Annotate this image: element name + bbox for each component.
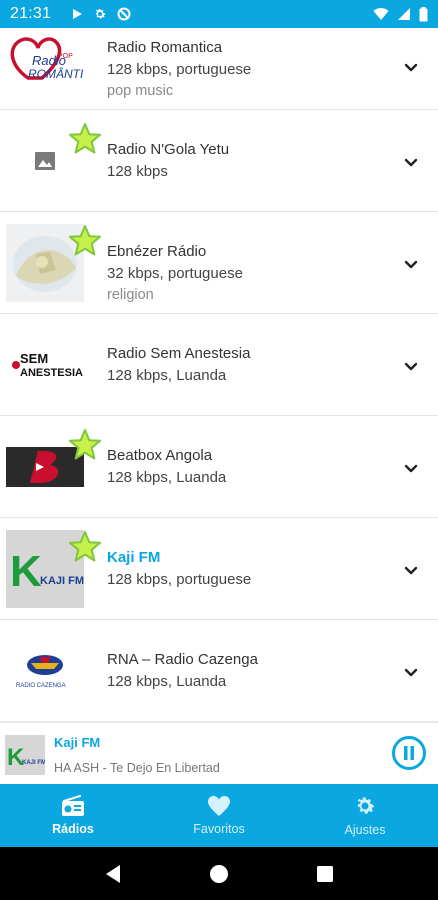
status-time: 21:31 <box>10 5 52 22</box>
station-genre: religion <box>107 287 154 303</box>
chevron-down-icon[interactable] <box>402 358 420 376</box>
svg-text:K: K <box>7 744 25 771</box>
back-button[interactable] <box>98 859 128 889</box>
chevron-down-icon[interactable] <box>402 256 420 274</box>
station-detail: 128 kbps, portuguese <box>107 571 252 588</box>
home-icon <box>210 864 228 883</box>
mini-player[interactable]: K KAJI FM Kaji FM HA ASH - Te Dejo En Li… <box>0 722 438 784</box>
pause-icon <box>404 746 414 760</box>
home-button[interactable] <box>204 859 234 889</box>
favorite-star-icon[interactable] <box>68 530 102 564</box>
station-name: Radio N'Gola Yetu <box>107 141 230 158</box>
station-name: Kaji FM <box>107 549 161 566</box>
station-row[interactable]: K KAJI FM Kaji FM 128 kbps, portuguese <box>0 518 438 620</box>
player-station-logo: K KAJI FM <box>5 735 45 775</box>
station-name: Radio Sem Anestesia <box>107 345 251 362</box>
svg-text:POP: POP <box>58 53 73 60</box>
station-detail: 128 kbps <box>107 163 168 180</box>
pause-button[interactable] <box>392 736 426 770</box>
station-row[interactable]: RADIO CAZENGA RNA – Radio Cazenga 128 kb… <box>0 620 438 722</box>
station-name: Radio Romantica <box>107 39 223 56</box>
station-name: Ebnézer Rádio <box>107 243 207 260</box>
svg-text:K: K <box>10 547 42 596</box>
chevron-down-icon[interactable] <box>402 562 420 580</box>
chevron-down-icon[interactable] <box>402 664 420 682</box>
svg-text:ROMÂNTICA: ROMÂNTICA <box>28 66 84 81</box>
tab-label: Favoritos <box>193 822 245 836</box>
player-song-title: HA ASH - Te Dejo En Libertad <box>54 761 220 775</box>
tab-ajustes[interactable]: Ajustes <box>292 784 438 847</box>
favorite-star-icon[interactable] <box>68 122 102 156</box>
radio-romantica-logo: Radio ROMÂNTICA POP <box>6 28 84 98</box>
tab-favoritos[interactable]: Favoritos <box>146 784 292 847</box>
station-row[interactable]: Radio ROMÂNTICA POP Radio Romantica 128 … <box>0 28 438 110</box>
system-navigation-bar <box>0 847 438 900</box>
wifi-icon <box>373 7 389 21</box>
favorite-star-icon[interactable] <box>68 224 102 258</box>
chevron-down-icon[interactable] <box>402 59 420 77</box>
back-icon <box>106 864 120 883</box>
station-row[interactable]: Ebnézer Rádio 32 kbps, portuguese religi… <box>0 212 438 314</box>
svg-text:SEM: SEM <box>20 351 48 366</box>
recents-button[interactable] <box>310 859 340 889</box>
sem-anestesia-logo: SEM ANESTESIA <box>6 326 84 404</box>
rna-logo: RADIO CAZENGA <box>6 632 84 710</box>
recents-icon <box>317 865 333 882</box>
station-list[interactable]: Radio ROMÂNTICA POP Radio Romantica 128 … <box>0 28 438 722</box>
play-icon <box>71 8 83 20</box>
svg-text:ANESTESIA: ANESTESIA <box>20 367 83 379</box>
signal-icon <box>397 7 411 21</box>
no-disturb-icon <box>117 7 131 21</box>
station-row[interactable]: Radio N'Gola Yetu 128 kbps <box>0 110 438 212</box>
station-name: Beatbox Angola <box>107 447 213 464</box>
station-genre: pop music <box>107 83 174 99</box>
battery-icon <box>419 6 428 22</box>
station-detail: 128 kbps, Luanda <box>107 469 227 486</box>
gear-icon <box>357 797 375 814</box>
station-detail: 128 kbps, Luanda <box>107 673 227 690</box>
svg-text:KAJI FM: KAJI FM <box>40 575 84 587</box>
gear-icon <box>93 7 107 21</box>
station-detail: 128 kbps, portuguese <box>107 61 252 78</box>
station-name: RNA – Radio Cazenga <box>107 651 258 668</box>
favorite-star-icon[interactable] <box>68 428 102 462</box>
svg-text:RADIO CAZENGA: RADIO CAZENGA <box>16 683 66 689</box>
svg-text:KAJI FM: KAJI FM <box>22 760 45 766</box>
bottom-navigation: Rádios Favoritos Ajustes <box>0 784 438 847</box>
station-row[interactable]: Beatbox Angola 128 kbps, Luanda <box>0 416 438 518</box>
chevron-down-icon[interactable] <box>402 154 420 172</box>
heart-icon <box>208 796 230 816</box>
tab-label: Ajustes <box>344 823 386 837</box>
station-row[interactable]: SEM ANESTESIA Radio Sem Anestesia 128 kb… <box>0 314 438 416</box>
tab-radios[interactable]: Rádios <box>0 784 146 847</box>
radio-icon <box>62 795 84 816</box>
tab-label: Rádios <box>52 822 94 836</box>
chevron-down-icon[interactable] <box>402 460 420 478</box>
player-station-name: Kaji FM <box>54 735 101 750</box>
station-detail: 128 kbps, Luanda <box>107 367 227 384</box>
station-detail: 32 kbps, portuguese <box>107 265 243 282</box>
status-bar: 21:31 <box>0 0 438 28</box>
